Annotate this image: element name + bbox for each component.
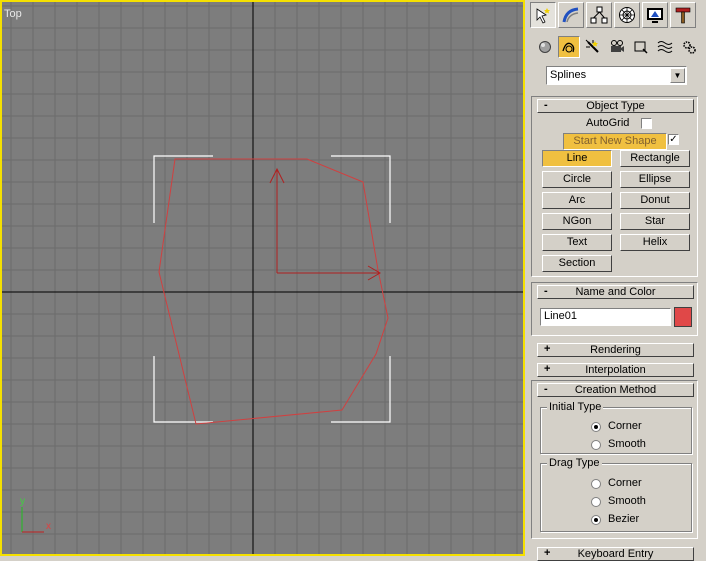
creation-method-header[interactable]: - Creation Method xyxy=(537,383,694,397)
autogrid-label: AutoGrid xyxy=(586,117,630,129)
donut-button[interactable]: Donut xyxy=(620,192,690,209)
drag-corner-label: Corner xyxy=(608,477,642,489)
systems-category[interactable] xyxy=(678,36,700,58)
drag-bezier-label: Bezier xyxy=(608,513,640,525)
initial-smooth-label: Smooth xyxy=(608,438,646,450)
keyboard-entry-header[interactable]: + Keyboard Entry xyxy=(537,547,694,561)
start-new-shape-button[interactable]: Start New Shape xyxy=(563,133,667,150)
name-color-header[interactable]: - Name and Color xyxy=(537,285,694,299)
cameras-category[interactable] xyxy=(606,36,628,58)
utilities-icon xyxy=(675,7,691,24)
axis-y-label: y xyxy=(20,496,25,507)
chevron-down-icon[interactable]: ▼ xyxy=(670,68,685,83)
systems-icon xyxy=(683,41,696,54)
motion-icon xyxy=(619,7,635,23)
viewport-grid xyxy=(2,2,523,554)
hierarchy-tab[interactable] xyxy=(586,2,612,28)
object-name-input[interactable]: Line01 xyxy=(540,308,671,326)
drag-type-label: Drag Type xyxy=(547,457,602,469)
object-type-header[interactable]: - Object Type xyxy=(537,99,694,113)
lights-category[interactable] xyxy=(582,36,604,58)
top-viewport[interactable]: Top y x xyxy=(0,0,525,556)
cameras-icon xyxy=(611,40,624,52)
lights-icon xyxy=(585,39,599,53)
shapes-icon xyxy=(562,42,575,53)
motion-tab[interactable] xyxy=(614,2,640,28)
text-button[interactable]: Text xyxy=(542,234,612,251)
create-tab[interactable] xyxy=(530,2,556,28)
create-icon xyxy=(536,8,550,24)
circle-button[interactable]: Circle xyxy=(542,171,612,188)
spacewarps-category[interactable] xyxy=(654,36,676,58)
shapes-category[interactable] xyxy=(558,36,580,58)
star-button[interactable]: Star xyxy=(620,213,690,230)
name-color-title: Name and Color xyxy=(575,286,656,298)
arc-button[interactable]: Arc xyxy=(542,192,612,209)
geometry-icon xyxy=(539,41,551,53)
modify-tab[interactable] xyxy=(558,2,584,28)
drag-smooth-label: Smooth xyxy=(608,495,646,507)
axis-x-label: x xyxy=(46,521,51,532)
initial-type-label: Initial Type xyxy=(547,401,604,413)
geometry-category[interactable] xyxy=(534,36,556,58)
helpers-category[interactable] xyxy=(630,36,652,58)
rendering-header[interactable]: + Rendering xyxy=(537,343,694,357)
modify-icon xyxy=(562,7,579,23)
object-color-swatch[interactable] xyxy=(674,307,692,327)
creation-method-title: Creation Method xyxy=(574,384,657,396)
start-new-shape-checkbox[interactable]: ✓ xyxy=(668,134,679,145)
category-select[interactable]: Splines ▼ xyxy=(546,66,687,85)
viewport-canvas[interactable] xyxy=(2,2,523,554)
rectangle-button[interactable]: Rectangle xyxy=(620,150,690,167)
helix-button[interactable]: Helix xyxy=(620,234,690,251)
spacewarps-icon xyxy=(657,41,673,53)
rendering-title: Rendering xyxy=(590,344,641,356)
interpolation-header[interactable]: + Interpolation xyxy=(537,363,694,377)
line-button[interactable]: Line xyxy=(542,150,612,167)
initial-corner-label: Corner xyxy=(608,420,642,432)
display-icon xyxy=(647,8,663,23)
category-select-value: Splines xyxy=(550,69,587,81)
display-tab[interactable] xyxy=(642,2,668,28)
initial-corner-radio[interactable] xyxy=(591,422,601,432)
drag-bezier-radio[interactable] xyxy=(591,515,601,525)
selection-brackets xyxy=(153,155,391,423)
drag-corner-radio[interactable] xyxy=(591,479,601,489)
keyboard-entry-title: Keyboard Entry xyxy=(577,548,654,560)
section-button[interactable]: Section xyxy=(542,255,612,272)
ellipse-button[interactable]: Ellipse xyxy=(620,171,690,188)
initial-smooth-radio[interactable] xyxy=(591,440,601,450)
utilities-tab[interactable] xyxy=(670,2,696,28)
drag-smooth-radio[interactable] xyxy=(591,497,601,507)
ngon-button[interactable]: NGon xyxy=(542,213,612,230)
hierarchy-icon xyxy=(590,6,608,24)
interpolation-title: Interpolation xyxy=(585,364,646,376)
viewport-label[interactable]: Top xyxy=(4,8,22,20)
object-type-title: Object Type xyxy=(586,100,645,112)
helpers-icon xyxy=(634,41,648,54)
autogrid-checkbox[interactable] xyxy=(641,118,652,129)
